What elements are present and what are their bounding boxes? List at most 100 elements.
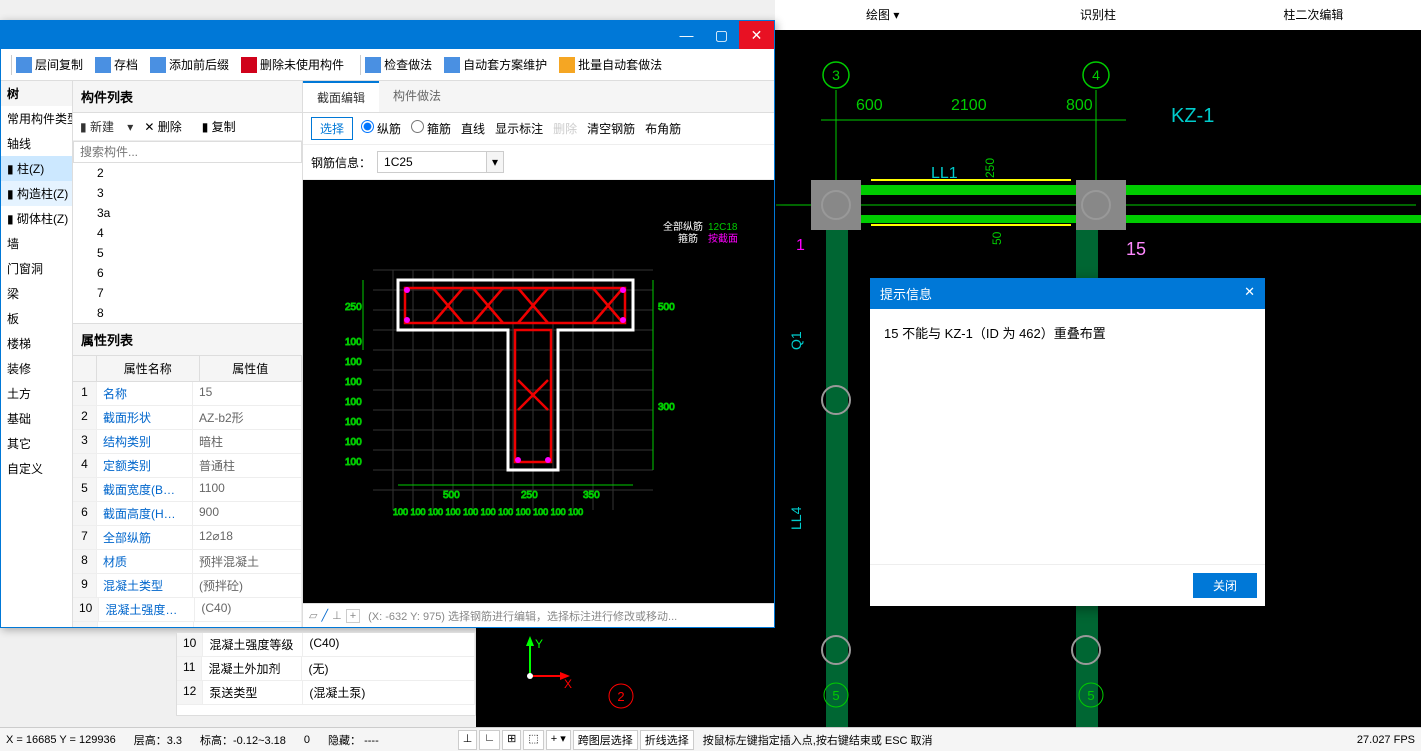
dim-text: 50 xyxy=(990,231,1004,245)
component-tree: 树 常用构件类型 轴线 ▮ 柱(Z) ▮ 构造柱(Z) ▮ 砌体柱(Z) 墙 门… xyxy=(1,81,73,627)
status-zero: 0 xyxy=(304,734,310,746)
tree-item[interactable]: ▮ 砌体柱(Z) xyxy=(1,206,72,231)
close-button[interactable]: ✕ xyxy=(739,21,774,49)
corner-rebar-button[interactable]: 布角筋 xyxy=(645,120,681,137)
list-item[interactable]: 2 xyxy=(73,163,302,183)
delete-component-button[interactable]: ✕ 删除 xyxy=(144,118,191,135)
tree-item[interactable]: 自定义 xyxy=(1,456,72,481)
axis-indicator: Y X xyxy=(520,636,580,701)
tree-item[interactable]: 轴线 xyxy=(1,131,72,156)
select-button[interactable]: 选择 xyxy=(311,117,353,140)
list-item[interactable]: 6 xyxy=(73,263,302,283)
line-button[interactable]: 直线 xyxy=(461,120,485,137)
dim-text: 600 xyxy=(856,97,883,114)
tab-method[interactable]: 构件做法 xyxy=(379,81,455,112)
search-input[interactable] xyxy=(73,141,302,163)
table-row[interactable]: 10混凝土强度等级(C40) xyxy=(73,598,302,622)
tree-item[interactable]: 梁 xyxy=(1,281,72,306)
tree-item[interactable]: 门窗洞 xyxy=(1,256,72,281)
component-list[interactable]: 2 3 3a 4 5 6 7 8 xyxy=(73,163,302,323)
status-hide: 隐藏： ---- xyxy=(328,732,379,748)
rebar-info-label: 钢筋信息： xyxy=(311,154,371,171)
status-elev: 标高：-0.12~3.18 xyxy=(200,732,286,748)
new-component-button[interactable]: ▮ 新建 ▾ xyxy=(79,117,134,136)
svg-text:500: 500 xyxy=(443,490,460,501)
tree-item[interactable]: 装修 xyxy=(1,356,72,381)
prop-title: 属性列表 xyxy=(73,324,302,356)
tree-item[interactable]: ▮ 构造柱(Z) xyxy=(1,181,72,206)
radio-longitudinal[interactable]: 纵筋 xyxy=(361,120,401,137)
list-item[interactable]: 5 xyxy=(73,243,302,263)
snap-button[interactable]: ⊞ xyxy=(502,730,521,750)
section-drawing[interactable]: 250 100 100 100 100 100 100 100 500 300 … xyxy=(303,180,774,603)
close-icon[interactable]: ✕ xyxy=(1244,284,1255,303)
svg-text:100: 100 xyxy=(345,437,362,448)
copy-component-button[interactable]: ▮ 复制 xyxy=(202,118,246,135)
wall-label: Q1 xyxy=(788,331,804,350)
label-15: 15 xyxy=(1126,239,1146,259)
list-item[interactable]: 8 xyxy=(73,303,302,323)
dim-text: 250 xyxy=(983,158,997,178)
table-row[interactable]: 11混凝土外加剂(无) xyxy=(177,657,475,681)
table-row[interactable]: 4定额类别普通柱 xyxy=(73,454,302,478)
delete-unused-button[interactable]: 删除未使用构件 xyxy=(241,56,344,73)
table-row[interactable]: 11混凝土外加剂(无) xyxy=(73,622,302,627)
polyline-button[interactable]: 折线选择 xyxy=(640,730,694,750)
add-prefix-button[interactable]: 添加前后缀 xyxy=(150,56,229,73)
table-row[interactable]: 8材质预拌混凝土 xyxy=(73,550,302,574)
table-row[interactable]: 12泵送类型(混凝土泵) xyxy=(177,681,475,705)
minimize-button[interactable]: — xyxy=(669,21,704,49)
properties-table[interactable]: 1名称152截面形状AZ-b2形3结构类别暗柱4定额类别普通柱5截面宽度(B边)… xyxy=(73,382,302,627)
table-row[interactable]: 5截面宽度(B边)(...1100 xyxy=(73,478,302,502)
show-label-button[interactable]: 显示标注 xyxy=(495,120,543,137)
tree-item[interactable]: 板 xyxy=(1,306,72,331)
dialog-title: 提示信息 xyxy=(880,284,932,303)
archive-button[interactable]: 存档 xyxy=(95,56,138,73)
status-coords: X = 16685 Y = 129936 xyxy=(6,734,116,746)
radio-stirrup[interactable]: 箍筋 xyxy=(411,120,451,137)
axis-label: 1 xyxy=(796,237,805,254)
svg-text:全部纵筋: 全部纵筋 xyxy=(663,220,703,233)
tree-item[interactable]: 楼梯 xyxy=(1,331,72,356)
table-row[interactable]: 3结构类别暗柱 xyxy=(73,430,302,454)
batch-auto-button[interactable]: 批量自动套做法 xyxy=(559,56,662,73)
lower-properties[interactable]: 10混凝土强度等级(C40)11混凝土外加剂(无)12泵送类型(混凝土泵) xyxy=(176,632,476,716)
ribbon-recognize[interactable]: 识别柱 xyxy=(990,0,1205,30)
tree-item-column[interactable]: ▮ 柱(Z) xyxy=(1,156,72,181)
list-item[interactable]: 3 xyxy=(73,183,302,203)
snap-button[interactable]: ⬚ xyxy=(523,730,543,750)
column-label: KZ-1 xyxy=(1171,105,1214,127)
tab-section-edit[interactable]: 截面编辑 xyxy=(303,81,379,112)
status-hint: 按鼠标左键指定插入点,按右键结束或 ESC 取消 xyxy=(703,732,933,748)
tree-item[interactable]: 土方 xyxy=(1,381,72,406)
close-button[interactable]: 关闭 xyxy=(1193,573,1257,598)
table-row[interactable]: 9混凝土类型(预拌砼) xyxy=(73,574,302,598)
cross-layer-button[interactable]: 跨图层选择 xyxy=(573,730,638,750)
table-row[interactable]: 6截面高度(H边)(...900 xyxy=(73,502,302,526)
snap-button[interactable]: + ▾ xyxy=(546,730,571,750)
beam-label: LL1 xyxy=(931,165,958,182)
table-row[interactable]: 10混凝土强度等级(C40) xyxy=(177,633,475,657)
check-method-button[interactable]: 检查做法 xyxy=(365,56,432,73)
tree-item[interactable]: 墙 xyxy=(1,231,72,256)
ribbon-edit2[interactable]: 柱二次编辑 xyxy=(1206,0,1421,30)
list-item[interactable]: 7 xyxy=(73,283,302,303)
maximize-button[interactable]: ▢ xyxy=(704,21,739,49)
tree-item[interactable]: 基础 xyxy=(1,406,72,431)
list-item[interactable]: 3a xyxy=(73,203,302,223)
window-titlebar[interactable]: — ▢ ✕ xyxy=(1,21,774,49)
rebar-info-input[interactable] xyxy=(377,151,487,173)
clear-rebar-button[interactable]: 清空钢筋 xyxy=(587,120,635,137)
layer-copy-button[interactable]: 层间复制 xyxy=(16,56,83,73)
snap-button[interactable]: ⊥ xyxy=(458,730,478,750)
snap-button[interactable]: ∟ xyxy=(479,730,500,750)
table-row[interactable]: 1名称15 xyxy=(73,382,302,406)
table-row[interactable]: 7全部纵筋12⌀18 xyxy=(73,526,302,550)
dialog-titlebar[interactable]: 提示信息 ✕ xyxy=(870,278,1265,309)
rebar-dropdown[interactable]: ▾ xyxy=(487,151,504,173)
table-row[interactable]: 2截面形状AZ-b2形 xyxy=(73,406,302,430)
auto-method-button[interactable]: 自动套方案维护 xyxy=(444,56,547,73)
ribbon-draw[interactable]: 绘图 ▾ xyxy=(775,0,990,30)
tree-item[interactable]: 其它 xyxy=(1,431,72,456)
list-item[interactable]: 4 xyxy=(73,223,302,243)
